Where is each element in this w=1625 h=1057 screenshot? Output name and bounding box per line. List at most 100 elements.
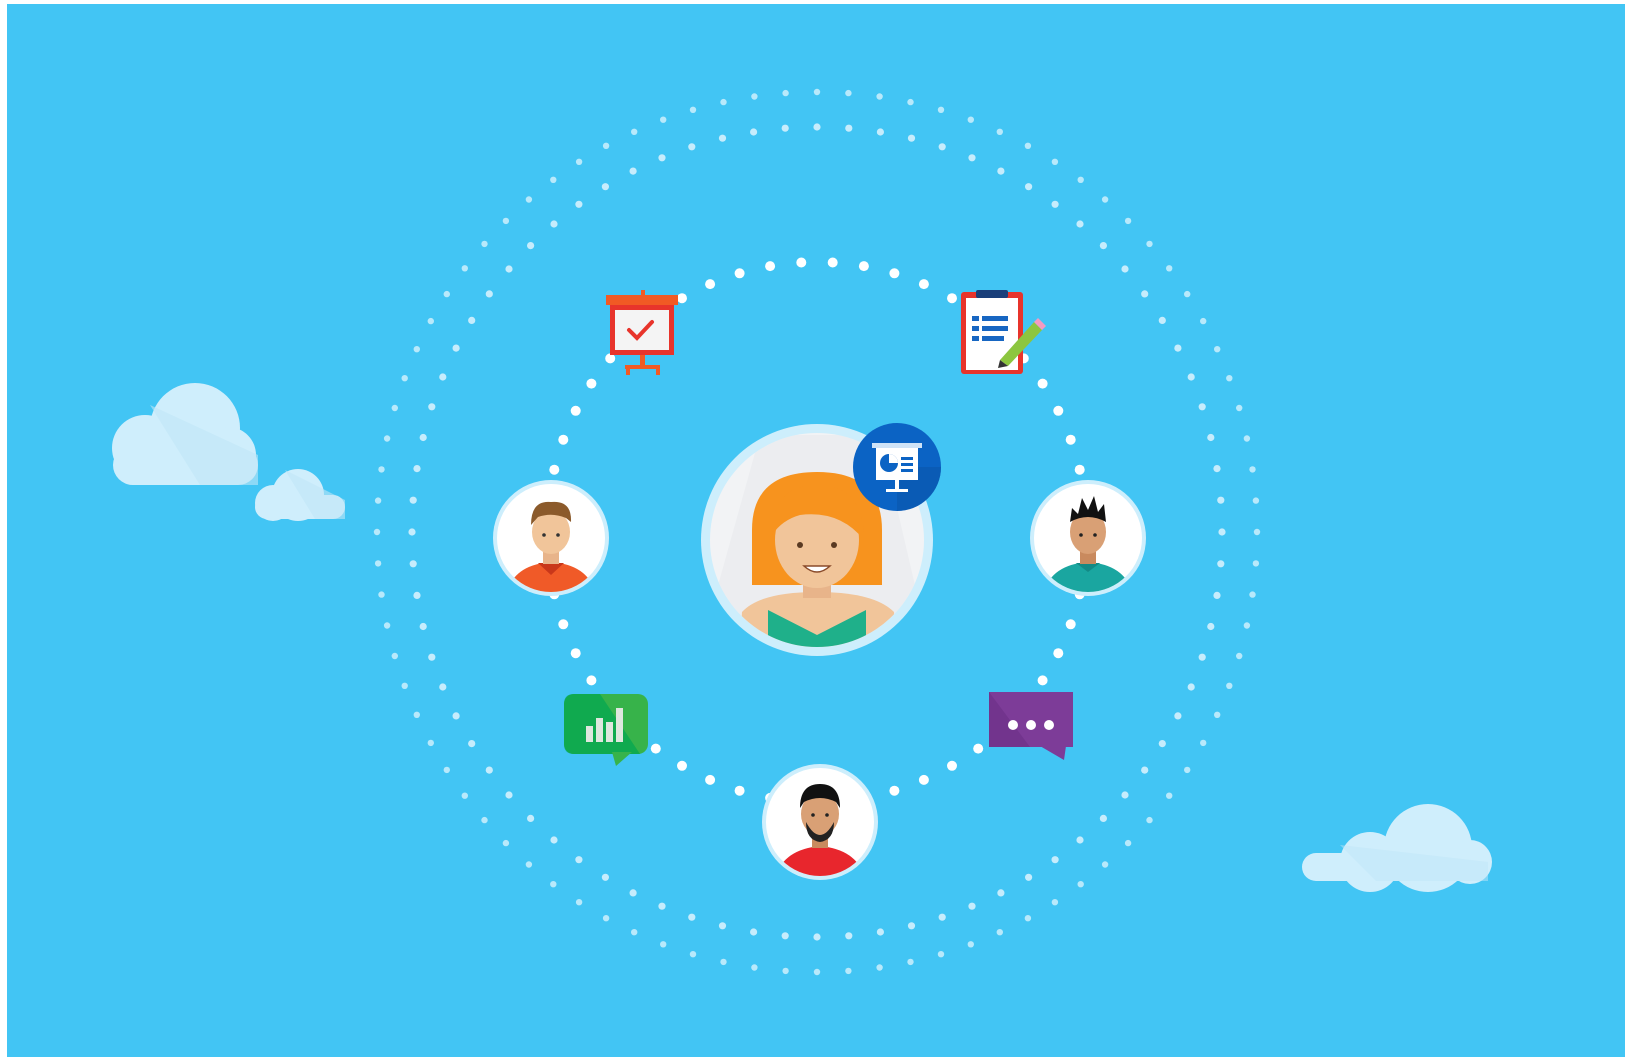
presentation-chart-icon	[853, 423, 941, 511]
outer-ring-dot	[937, 106, 945, 114]
outer-ring-dot	[1077, 176, 1084, 183]
outer-ring-dot	[502, 217, 510, 225]
outer-ring-dot	[378, 591, 385, 598]
middle-ring-dot	[468, 740, 476, 748]
outer-ring-dot	[967, 116, 974, 123]
inner-ring-dot	[1037, 378, 1048, 389]
inner-ring-dot	[947, 760, 957, 771]
outer-ring-dot	[660, 941, 667, 948]
outer-ring-dot	[1226, 682, 1233, 689]
outer-ring-dot	[413, 711, 420, 718]
inner-ring-dot	[918, 279, 929, 290]
inner-ring-dot	[796, 257, 807, 268]
outer-ring-dot	[1252, 560, 1260, 567]
middle-ring-dot	[997, 889, 1005, 897]
outer-ring-dot	[1236, 404, 1243, 412]
outer-ring-dot	[1024, 915, 1032, 922]
outer-ring-dot	[996, 929, 1003, 936]
inner-ring-dot	[677, 293, 687, 304]
middle-ring-dot	[1174, 712, 1182, 720]
outer-ring-dot	[1214, 711, 1221, 718]
middle-ring-dot	[718, 922, 727, 930]
middle-ring-dot	[527, 242, 535, 250]
inner-ring-dot	[973, 743, 984, 754]
outer-ring-dot	[937, 951, 945, 958]
outer-ring-dot	[1051, 899, 1059, 906]
middle-ring-dot	[550, 220, 558, 228]
middle-ring-dot	[658, 902, 666, 910]
outer-ring-dot	[720, 98, 727, 106]
middle-ring-dot	[601, 873, 610, 881]
middle-ring-dot	[629, 889, 637, 897]
middle-ring-dot	[527, 814, 535, 823]
outer-ring-dot	[391, 652, 398, 660]
inner-ring-dot	[1065, 619, 1076, 630]
middle-ring-dot	[658, 154, 666, 162]
middle-ring-dot	[1025, 183, 1033, 191]
middle-ring-dot	[1158, 740, 1166, 748]
outer-ring-dot	[751, 964, 758, 971]
outer-ring-dot	[631, 929, 638, 936]
outer-ring-dot	[550, 176, 557, 183]
middle-ring-dot	[1187, 683, 1195, 691]
inner-ring-dot	[586, 675, 597, 686]
inner-ring-dot	[677, 760, 687, 771]
middle-ring-dot	[601, 183, 610, 191]
outer-ring-dot	[1024, 142, 1032, 149]
outer-ring-dot	[575, 158, 583, 165]
outer-ring-dot	[1166, 792, 1173, 799]
outer-ring-dot	[427, 317, 434, 325]
outer-ring-dot	[413, 346, 420, 353]
middle-ring-dot	[938, 913, 946, 921]
inner-ring-dot	[558, 619, 569, 630]
inner-ring-dot	[947, 293, 957, 304]
outer-ring-dot	[481, 240, 488, 248]
outer-ring-dot	[391, 404, 398, 412]
middle-ring-dot	[550, 836, 558, 844]
outer-ring-dot	[1124, 217, 1132, 225]
middle-ring-dot	[505, 791, 513, 799]
middle-ring-dot	[1158, 316, 1166, 324]
middle-ring-dot	[968, 154, 976, 162]
outer-ring-dot	[383, 622, 391, 629]
inner-ring-dot	[570, 405, 581, 416]
middle-ring-dot	[419, 622, 427, 631]
middle-ring-dot	[781, 932, 789, 940]
middle-ring-dot	[409, 496, 417, 504]
outer-ring-dot	[602, 915, 610, 922]
middle-ring-dot	[1217, 560, 1225, 568]
outer-ring-dot	[443, 766, 450, 774]
middle-ring-dot	[1187, 373, 1195, 381]
middle-ring-dot	[629, 167, 637, 175]
middle-ring-dot	[718, 134, 727, 142]
outer-ring-dot	[401, 682, 408, 689]
middle-ring-dot	[1213, 591, 1221, 600]
outer-ring-dot	[481, 816, 488, 824]
middle-ring-dot	[688, 913, 696, 921]
middle-ring-dot	[750, 128, 758, 136]
middle-ring-dot	[408, 528, 416, 536]
middle-ring-dot	[876, 928, 885, 936]
outer-ring-dot	[845, 89, 852, 97]
inner-ring-dot	[889, 268, 900, 279]
outer-ring-dot	[378, 466, 385, 473]
middle-ring-dot	[575, 200, 583, 208]
inner-ring-dot	[889, 785, 900, 796]
outer-ring-dot	[660, 116, 667, 123]
outer-ring-dot	[401, 375, 408, 382]
outer-ring-dot	[383, 435, 391, 442]
outer-ring-dot	[876, 964, 883, 971]
outer-ring-dot	[502, 839, 510, 847]
middle-ring-dot	[845, 932, 853, 940]
middle-ring-dot	[575, 856, 583, 864]
outer-ring-dot	[374, 560, 382, 567]
outer-ring-dot	[443, 290, 450, 298]
outer-ring-dot	[1249, 591, 1256, 598]
middle-ring-dot	[468, 316, 476, 324]
outer-ring-dot	[689, 951, 697, 958]
outer-ring-dot	[373, 528, 381, 536]
outer-ring-dot	[374, 497, 382, 504]
outer-ring-dot	[1077, 881, 1084, 888]
middle-ring-dot	[1218, 528, 1226, 536]
outer-ring-dot	[813, 968, 821, 976]
